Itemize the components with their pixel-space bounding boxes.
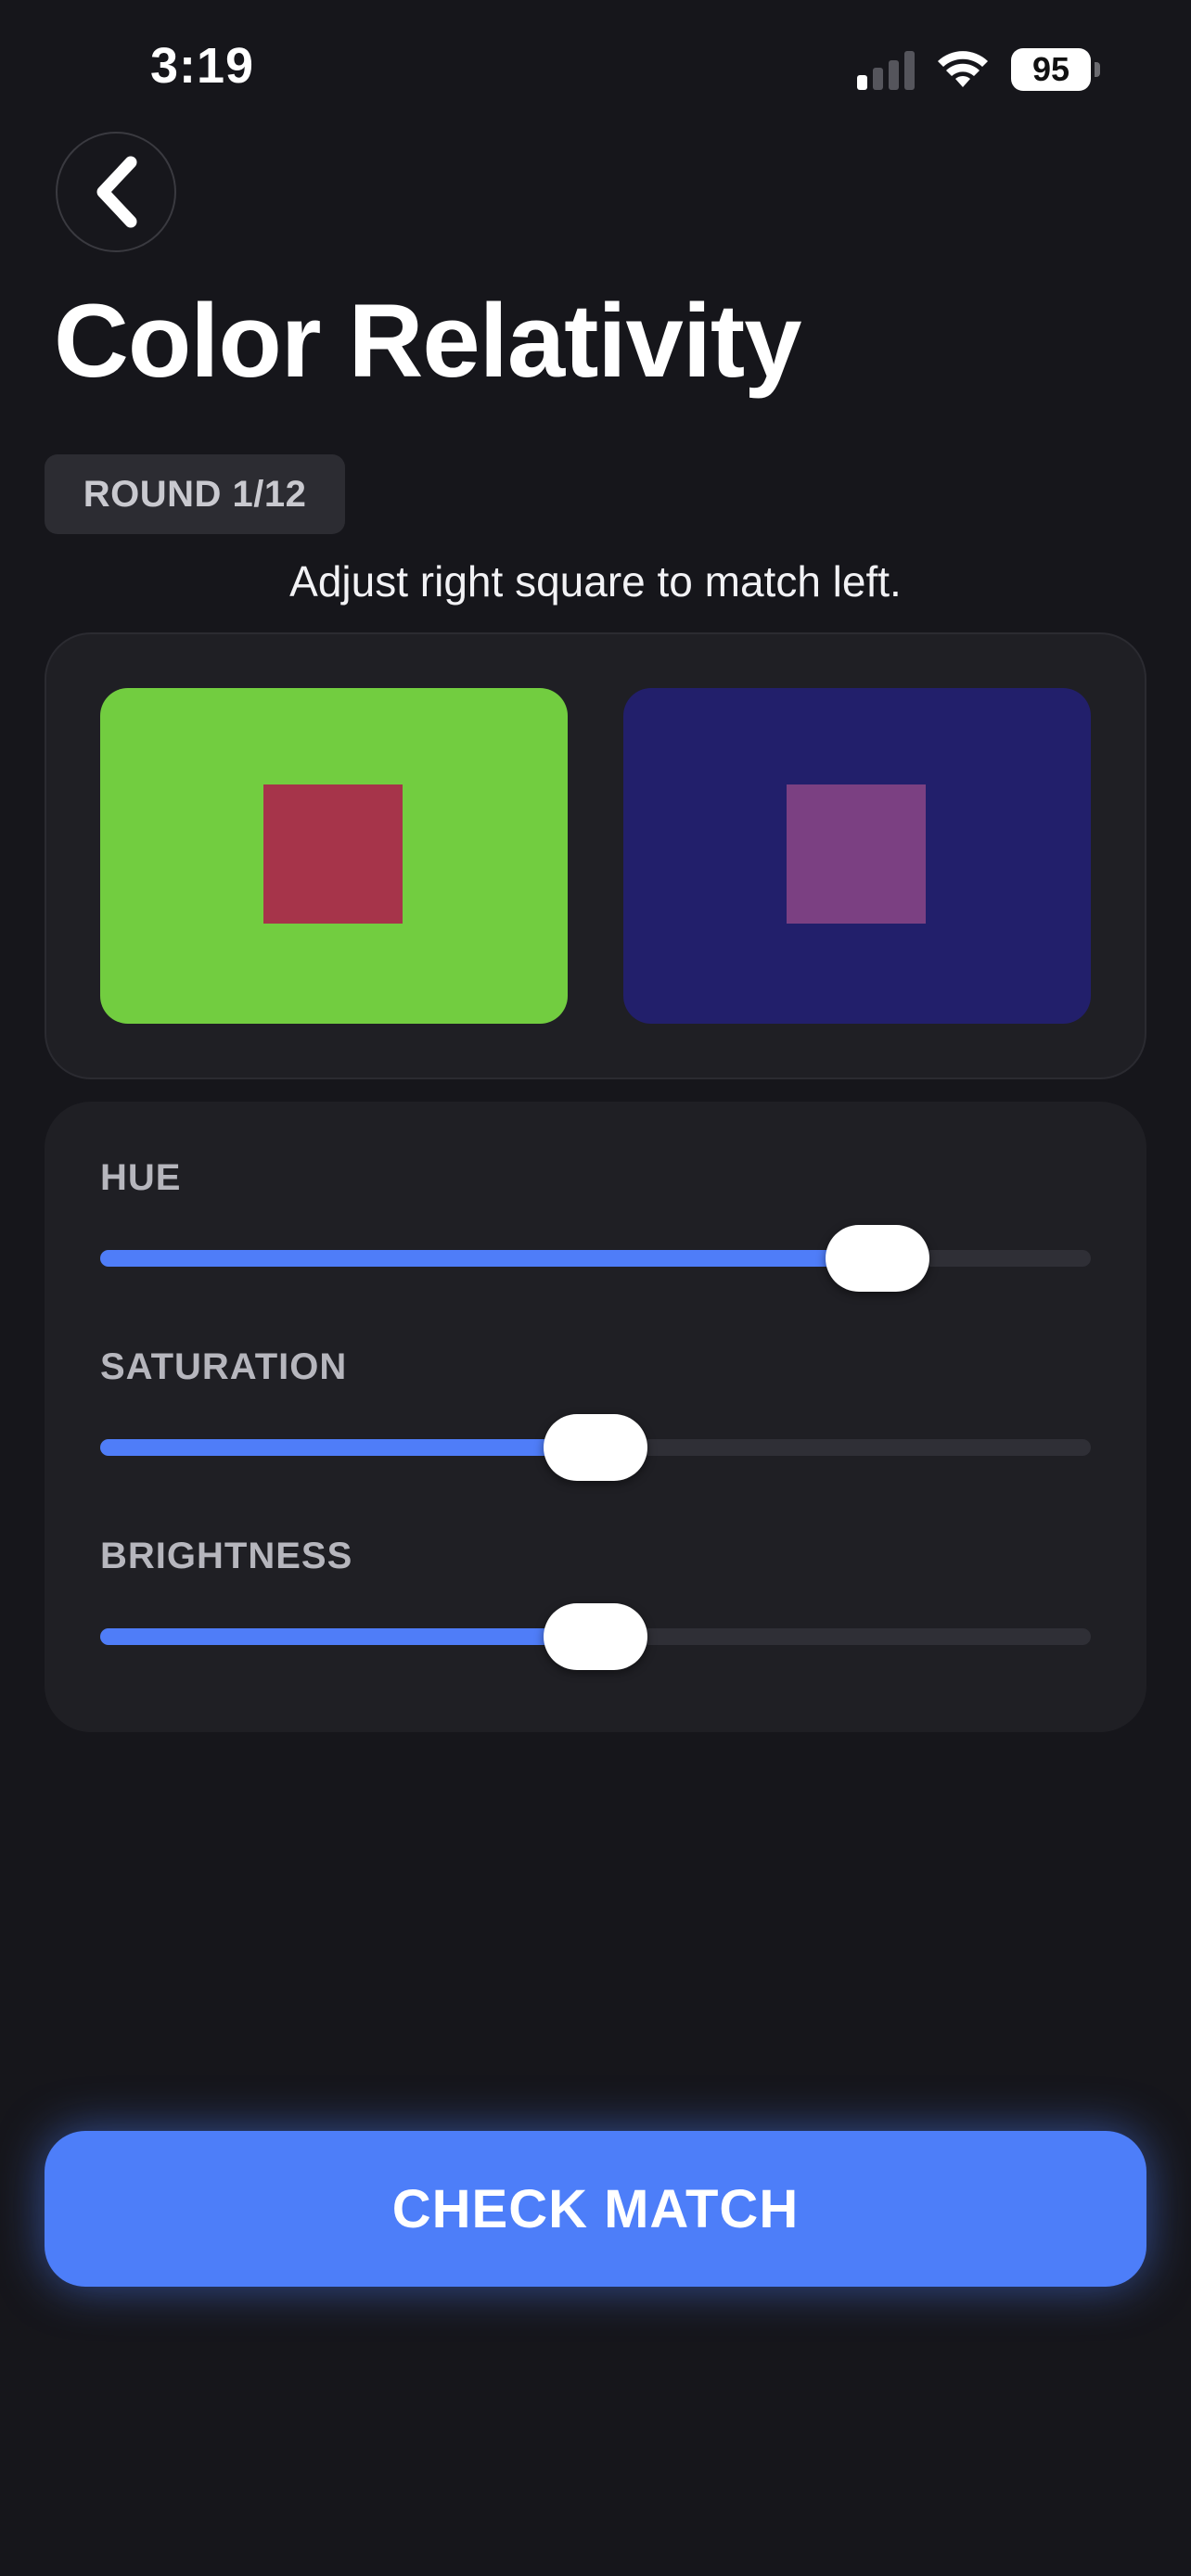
saturation-label: SATURATION <box>100 1346 348 1387</box>
back-button[interactable] <box>56 132 176 252</box>
reference-square <box>263 784 403 924</box>
wifi-icon <box>938 51 988 87</box>
saturation-slider-thumb[interactable] <box>544 1414 647 1481</box>
adjustable-swatch <box>623 688 1091 1024</box>
instruction-text: Adjust right square to match left. <box>289 557 902 606</box>
hue-slider-fill <box>100 1250 878 1267</box>
saturation-slider[interactable] <box>100 1414 1091 1481</box>
brightness-slider-fill <box>100 1628 596 1645</box>
chevron-left-icon <box>96 156 137 228</box>
comparison-card <box>45 632 1146 1079</box>
hue-label: HUE <box>100 1157 182 1198</box>
brightness-slider[interactable] <box>100 1603 1091 1670</box>
color-relativity-screen: 3:19 95 Color Relativity ROUND 1/12 Adju… <box>0 0 1191 2576</box>
reference-swatch <box>100 688 568 1024</box>
battery-percent: 95 <box>1011 48 1091 91</box>
brightness-label: BRIGHTNESS <box>100 1536 353 1576</box>
hue-slider-thumb[interactable] <box>826 1225 930 1292</box>
round-badge: ROUND 1/12 <box>45 454 345 534</box>
saturation-slider-fill <box>100 1439 596 1456</box>
adjustable-square <box>787 784 926 924</box>
hue-slider[interactable] <box>100 1225 1091 1292</box>
battery-icon: 95 <box>1011 48 1100 91</box>
sliders-card: HUE SATURATION BRIGHTNESS <box>45 1102 1146 1732</box>
status-time: 3:19 <box>150 38 255 94</box>
check-match-button[interactable]: CHECK MATCH <box>45 2131 1146 2287</box>
page-title: Color Relativity <box>54 283 802 399</box>
signal-icon <box>857 49 915 90</box>
brightness-slider-thumb[interactable] <box>544 1603 647 1670</box>
status-icons: 95 <box>857 45 1100 95</box>
